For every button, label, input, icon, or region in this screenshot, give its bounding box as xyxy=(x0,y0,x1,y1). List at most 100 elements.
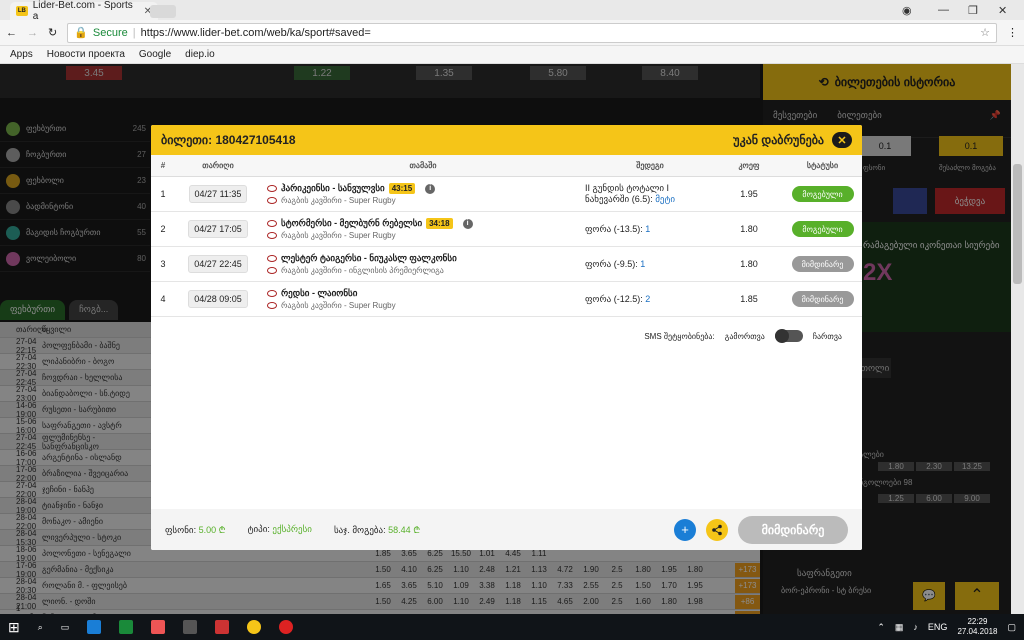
status-badge: მოგებული xyxy=(791,221,854,237)
bet-row: 1 04/27 11:35 ჰარიკეინსი - სანვულვსი 43:1… xyxy=(151,177,862,212)
opera-icon[interactable] xyxy=(279,620,294,634)
bookmark-apps[interactable]: Apps xyxy=(10,49,33,60)
bet-date-cell: 04/27 11:35 xyxy=(175,185,261,203)
network-icon[interactable]: ▦ xyxy=(895,622,904,633)
back-button[interactable]: უკან დაბრუნება ✕ xyxy=(733,132,852,148)
forward-icon[interactable]: → xyxy=(27,27,38,39)
excel-icon[interactable] xyxy=(119,620,134,634)
system-tray: ⌃ ▦ ♪ ENG 22:29 27.04.2018 ▢ xyxy=(877,617,1016,637)
bookmark-news[interactable]: Новости проекта xyxy=(47,49,125,60)
chrome-icon[interactable] xyxy=(247,620,262,634)
in-progress-button[interactable]: მიმდინარე xyxy=(738,515,848,544)
match-name[interactable]: ჰარიკეინსი - სანვულვსი xyxy=(281,183,385,194)
menu-icon[interactable]: ⋮ xyxy=(1007,26,1018,39)
sms-on-label: ჩართვა xyxy=(812,331,842,341)
status-badge: მიმდინარე xyxy=(791,256,854,272)
share-icon[interactable] xyxy=(706,518,728,541)
sms-label: SMS შეტყობინება: xyxy=(644,331,715,341)
close-window-icon[interactable]: ✕ xyxy=(998,0,1007,20)
col-match: თამაში xyxy=(409,161,437,170)
tab-title: Lider-Bet.com - Sports a xyxy=(32,0,133,22)
bet-outcome: მეტი xyxy=(655,194,676,204)
stake-info: ფსონი: 5.00 ₾ xyxy=(165,523,226,536)
clock-time: 22:29 xyxy=(967,617,988,626)
league-name: რაგბის კავშირი - Super Rugby xyxy=(281,231,396,240)
page-scrollbar[interactable] xyxy=(1011,64,1024,614)
payout-value: 58.44 xyxy=(388,525,411,535)
start-icon[interactable]: ⊞ xyxy=(8,619,20,636)
profile-icon[interactable]: ◉ xyxy=(902,0,912,20)
media-icon[interactable] xyxy=(215,620,230,634)
info-icon[interactable]: i xyxy=(462,218,473,229)
type-value: ექსპრესი xyxy=(272,524,312,534)
col-num: # xyxy=(160,161,166,170)
close-icon[interactable]: ✕ xyxy=(832,132,852,148)
lock-icon: 🔒 xyxy=(74,27,88,39)
bet-odd: 1.85 xyxy=(740,294,758,304)
bookmark-star-icon[interactable]: ☆ xyxy=(980,26,990,39)
bet-num: 2 xyxy=(160,224,166,234)
league-name: რაგბის კავშირი - Super Rugby xyxy=(281,196,396,205)
bet-outcome: 2 xyxy=(645,293,651,304)
back-icon[interactable]: ← xyxy=(6,27,17,39)
bet-num: 4 xyxy=(160,294,166,304)
secure-label: Secure xyxy=(92,26,128,39)
modal-header: ბილეთი: 180427105418 უკან დაბრუნება ✕ xyxy=(151,125,862,155)
bet-row: 3 04/27 22:45 ლესტერ ტაიგერსი - ნიუკასლ … xyxy=(151,247,862,282)
explorer-icon[interactable] xyxy=(183,620,198,634)
url-bar[interactable]: 🔒 Secure | https://www.lider-bet.com/web… xyxy=(67,22,997,43)
search-icon[interactable]: ⌕ xyxy=(38,622,43,633)
col-bet: შედეგი xyxy=(636,161,664,170)
url-separator: | xyxy=(132,26,136,39)
maximize-icon[interactable]: ❐ xyxy=(968,0,978,20)
bet-selection: ფორა (-9.5): 1 xyxy=(579,259,715,270)
info-icon[interactable]: i xyxy=(425,183,436,194)
bet-status-cell: მიმდინარე xyxy=(783,256,862,272)
bet-status-cell: მიმდინარე xyxy=(783,291,862,307)
notifications-icon[interactable]: ▢ xyxy=(1007,622,1016,633)
league-line: რაგბის კავშირი - Super Rugby xyxy=(267,196,579,205)
match-name[interactable]: ლესტერ ტაიგერსი - ნიუკასლ ფალკონსი xyxy=(281,253,457,264)
sms-toggle[interactable] xyxy=(774,329,803,343)
match-name[interactable]: სტორმერსი - მელბურნ რებელსი xyxy=(281,218,422,229)
type-label: ტიპი: xyxy=(247,524,270,534)
col-status: სტატუსი xyxy=(806,161,839,170)
bet-date: 04/28 09:05 xyxy=(188,290,248,308)
clock[interactable]: 22:29 27.04.2018 xyxy=(957,617,997,637)
firefox-icon[interactable] xyxy=(151,620,166,634)
rugby-ball-icon xyxy=(267,290,277,297)
bookmark-google[interactable]: Google xyxy=(139,49,171,60)
browser-tab[interactable]: LB Lider-Bet.com - Sports a ✕ xyxy=(10,0,158,22)
rugby-ball-icon xyxy=(267,232,277,239)
bet-date-cell: 04/28 09:05 xyxy=(175,290,261,308)
payout-label: საჯ. მოგება: xyxy=(333,525,386,535)
bet-row: 2 04/27 17:05 სტორმერსი - მელბურნ რებელს… xyxy=(151,212,862,247)
task-view-icon[interactable]: ▭ xyxy=(61,622,70,633)
bet-market: ფორა (-12.5): xyxy=(585,293,643,304)
bet-match-cell: რედსი - ლაიონსი რაგბის კავშირი - Super R… xyxy=(261,288,579,310)
page-content: 3.45 1.22 1.35 5.80 8.40 ფეხბურთი 245 ჩოგ… xyxy=(0,64,1024,614)
bookmark-diep[interactable]: diep.io xyxy=(185,49,214,60)
bet-num: 1 xyxy=(160,189,166,199)
clock-date: 27.04.2018 xyxy=(957,627,998,636)
currency-icon: ₾ xyxy=(218,525,226,535)
bet-date-cell: 04/27 17:05 xyxy=(175,220,261,238)
ticket-label: ბილეთი: xyxy=(161,133,213,147)
new-tab-button[interactable] xyxy=(150,5,176,18)
match-name[interactable]: რედსი - ლაიონსი xyxy=(281,288,357,299)
edge-icon[interactable] xyxy=(87,620,102,634)
add-icon[interactable]: + xyxy=(674,518,696,541)
ticket-id: 180427105418 xyxy=(215,133,296,147)
url-text: https://www.lider-bet.com/web/ka/sport#s… xyxy=(140,26,371,39)
language-indicator[interactable]: ENG xyxy=(928,622,948,632)
reload-icon[interactable]: ↻ xyxy=(48,26,57,39)
scroll-thumb[interactable] xyxy=(1013,164,1022,284)
minimize-icon[interactable]: — xyxy=(938,0,949,20)
bet-date: 04/27 17:05 xyxy=(188,220,248,238)
bet-match-cell: ჰარიკეინსი - სანვულვსი 43:15 i რაგბის კავშ… xyxy=(261,183,579,205)
bet-date: 04/27 11:35 xyxy=(188,185,248,203)
league-line: რაგბის კავშირი - Super Rugby xyxy=(267,231,579,240)
browser-tab-strip: LB Lider-Bet.com - Sports a ✕ ◉ — ❐ ✕ xyxy=(0,0,1024,22)
volume-icon[interactable]: ♪ xyxy=(913,622,918,632)
tray-arrow-icon[interactable]: ⌃ xyxy=(877,622,885,633)
